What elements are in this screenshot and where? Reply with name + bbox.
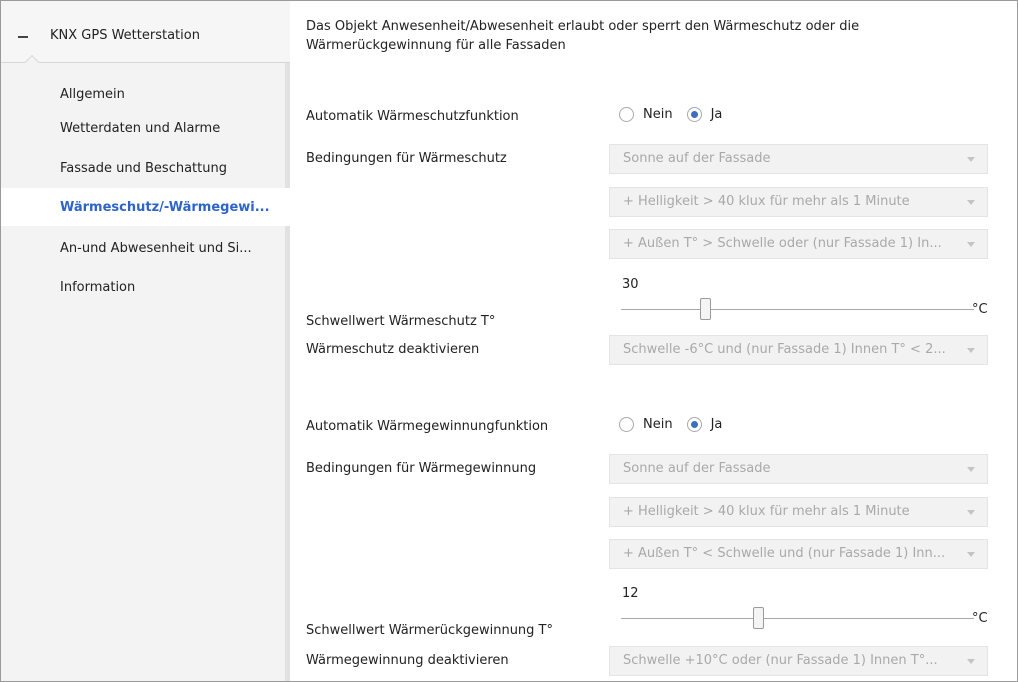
heat-gain-threshold-value: 12 — [622, 586, 639, 601]
heat-gain-ja-radio[interactable] — [686, 417, 702, 432]
select-value: + Außen T° < Schwelle und (nur Fassade 1… — [623, 546, 946, 561]
heat-gain-threshold-slider[interactable] — [621, 618, 974, 619]
heat-gain-conditions-label: Bedingungen für Wärmegewinnung — [306, 461, 537, 476]
heat-protection-threshold-label: Schwellwert Wärmeschutz T° — [306, 314, 496, 329]
select-value: Sonne auf der Fassade — [623, 151, 771, 166]
sidebar-item-wetterdaten[interactable]: Wetterdaten und Alarme — [60, 121, 220, 136]
settings-panel: Das Objekt Anwesenheit/Abwesenheit erlau… — [290, 1, 1017, 681]
heat-gain-slider-handle[interactable] — [753, 607, 765, 629]
dropdown-arrow-icon — [967, 157, 975, 162]
heat-gain-deactivate-label: Wärmegewinnung deaktivieren — [306, 653, 509, 668]
radio-label-nein: Nein — [643, 417, 673, 432]
window-frame: KNX GPS Wetterstation Allgemein Wetterda… — [0, 0, 1018, 682]
description-text: Das Objekt Anwesenheit/Abwesenheit erlau… — [306, 19, 860, 53]
header-divider — [1, 62, 290, 63]
dropdown-arrow-icon — [967, 659, 975, 664]
heat-protection-condition-3-select[interactable]: + Außen T° > Schwelle oder (nur Fassade … — [609, 229, 988, 259]
select-value: Sonne auf der Fassade — [623, 461, 771, 476]
sidebar-item-waermeschutz[interactable]: Wärmeschutz/-Wärmegewi... — [60, 200, 270, 215]
heat-protection-threshold-value: 30 — [622, 277, 639, 292]
dropdown-arrow-icon — [967, 510, 975, 515]
select-value: + Helligkeit > 40 klux für mehr als 1 Mi… — [623, 504, 910, 519]
auto-heat-gain-label: Automatik Wärmegewinnungfunktion — [306, 419, 549, 434]
heat-gain-threshold-label: Schwellwert Wärmerückgewinnung T° — [306, 623, 553, 638]
radio-label-nein: Nein — [643, 107, 673, 122]
heat-gain-deactivate-select[interactable]: Schwelle +10°C oder (nur Fassade 1) Inne… — [609, 646, 988, 676]
heat-protection-deactivate-select[interactable]: Schwelle -6°C und (nur Fassade 1) Innen … — [609, 335, 988, 365]
select-value: Schwelle -6°C und (nur Fassade 1) Innen … — [623, 342, 946, 357]
select-value: + Außen T° > Schwelle oder (nur Fassade … — [623, 236, 942, 251]
radio-label-ja: Ja — [710, 107, 723, 122]
sidebar-item-allgemein[interactable]: Allgemein — [60, 87, 125, 102]
heat-protection-slider-handle[interactable] — [700, 298, 712, 320]
heat-protection-nein-radio[interactable] — [619, 107, 634, 122]
dropdown-arrow-icon — [967, 200, 975, 205]
device-title: KNX GPS Wetterstation — [50, 28, 200, 43]
heat-gain-condition-2-select[interactable]: + Helligkeit > 40 klux für mehr als 1 Mi… — [609, 497, 988, 527]
dropdown-arrow-icon — [967, 467, 975, 472]
sidebar-header[interactable]: KNX GPS Wetterstation — [1, 1, 290, 61]
heat-gain-nein-radio[interactable] — [619, 417, 634, 432]
dropdown-arrow-icon — [967, 242, 975, 247]
radio-label-ja: Ja — [710, 417, 723, 432]
dropdown-arrow-icon — [967, 348, 975, 353]
auto-heat-protection-radio-group: Nein Ja — [619, 107, 736, 122]
sidebar-item-anwesenheit[interactable]: An-und Abwesenheit und Si... — [60, 241, 252, 256]
heat-protection-threshold-slider[interactable] — [621, 309, 974, 310]
dropdown-arrow-icon — [967, 552, 975, 557]
heat-gain-condition-3-select[interactable]: + Außen T° < Schwelle und (nur Fassade 1… — [609, 539, 988, 569]
heat-protection-condition-2-select[interactable]: + Helligkeit > 40 klux für mehr als 1 Mi… — [609, 187, 988, 217]
auto-heat-protection-label: Automatik Wärmeschutzfunktion — [306, 109, 519, 124]
select-value: Schwelle +10°C oder (nur Fassade 1) Inne… — [623, 653, 938, 668]
heat-protection-unit: °C — [972, 302, 988, 317]
sidebar: KNX GPS Wetterstation Allgemein Wetterda… — [1, 1, 292, 681]
heat-protection-conditions-label: Bedingungen für Wärmeschutz — [306, 151, 507, 166]
heat-gain-unit: °C — [972, 611, 988, 626]
collapse-minus-icon[interactable] — [18, 36, 28, 38]
heat-protection-condition-1-select[interactable]: Sonne auf der Fassade — [609, 144, 988, 174]
select-value: + Helligkeit > 40 klux für mehr als 1 Mi… — [623, 194, 910, 209]
heat-protection-ja-radio[interactable] — [686, 107, 702, 122]
heat-gain-condition-1-select[interactable]: Sonne auf der Fassade — [609, 454, 988, 484]
sidebar-item-information[interactable]: Information — [60, 280, 135, 295]
heat-protection-deactivate-label: Wärmeschutz deaktivieren — [306, 342, 480, 357]
sidebar-item-fassade[interactable]: Fassade und Beschattung — [60, 161, 227, 176]
auto-heat-gain-radio-group: Nein Ja — [619, 417, 736, 432]
